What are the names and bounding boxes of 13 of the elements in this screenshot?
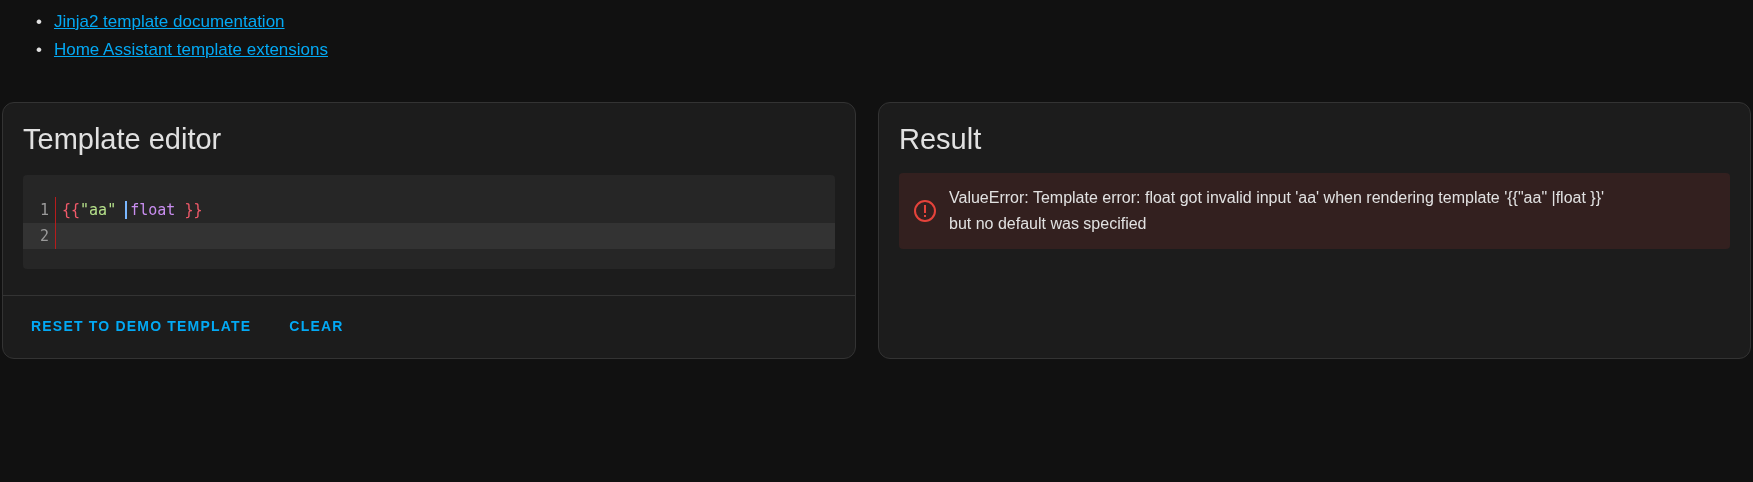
bullet: • bbox=[36, 11, 42, 33]
card-title: Result bbox=[898, 122, 983, 157]
card-title: Template editor bbox=[22, 122, 223, 157]
error-icon bbox=[913, 199, 937, 223]
documentation-link[interactable]: Home Assistant template extensions bbox=[53, 36, 328, 64]
text-button[interactable]: RESET TO DEMO TEMPLATE bbox=[15, 310, 268, 342]
code-editor[interactable]: 1 {{"aa" float }} 2 bbox=[23, 175, 835, 269]
bullet: • bbox=[36, 39, 42, 61]
text-button[interactable]: CLEAR bbox=[273, 310, 360, 342]
documentation-link[interactable]: Jinja2 template documentation bbox=[53, 8, 285, 36]
error-message: ValueError: Template error: float got invalid input 'aa' when rendering template '{{"aa" |float }}' but no default was specified bbox=[949, 188, 1606, 234]
line-number: 2 bbox=[23, 223, 56, 249]
code-line: {{"aa" float }} bbox=[61, 201, 203, 219]
